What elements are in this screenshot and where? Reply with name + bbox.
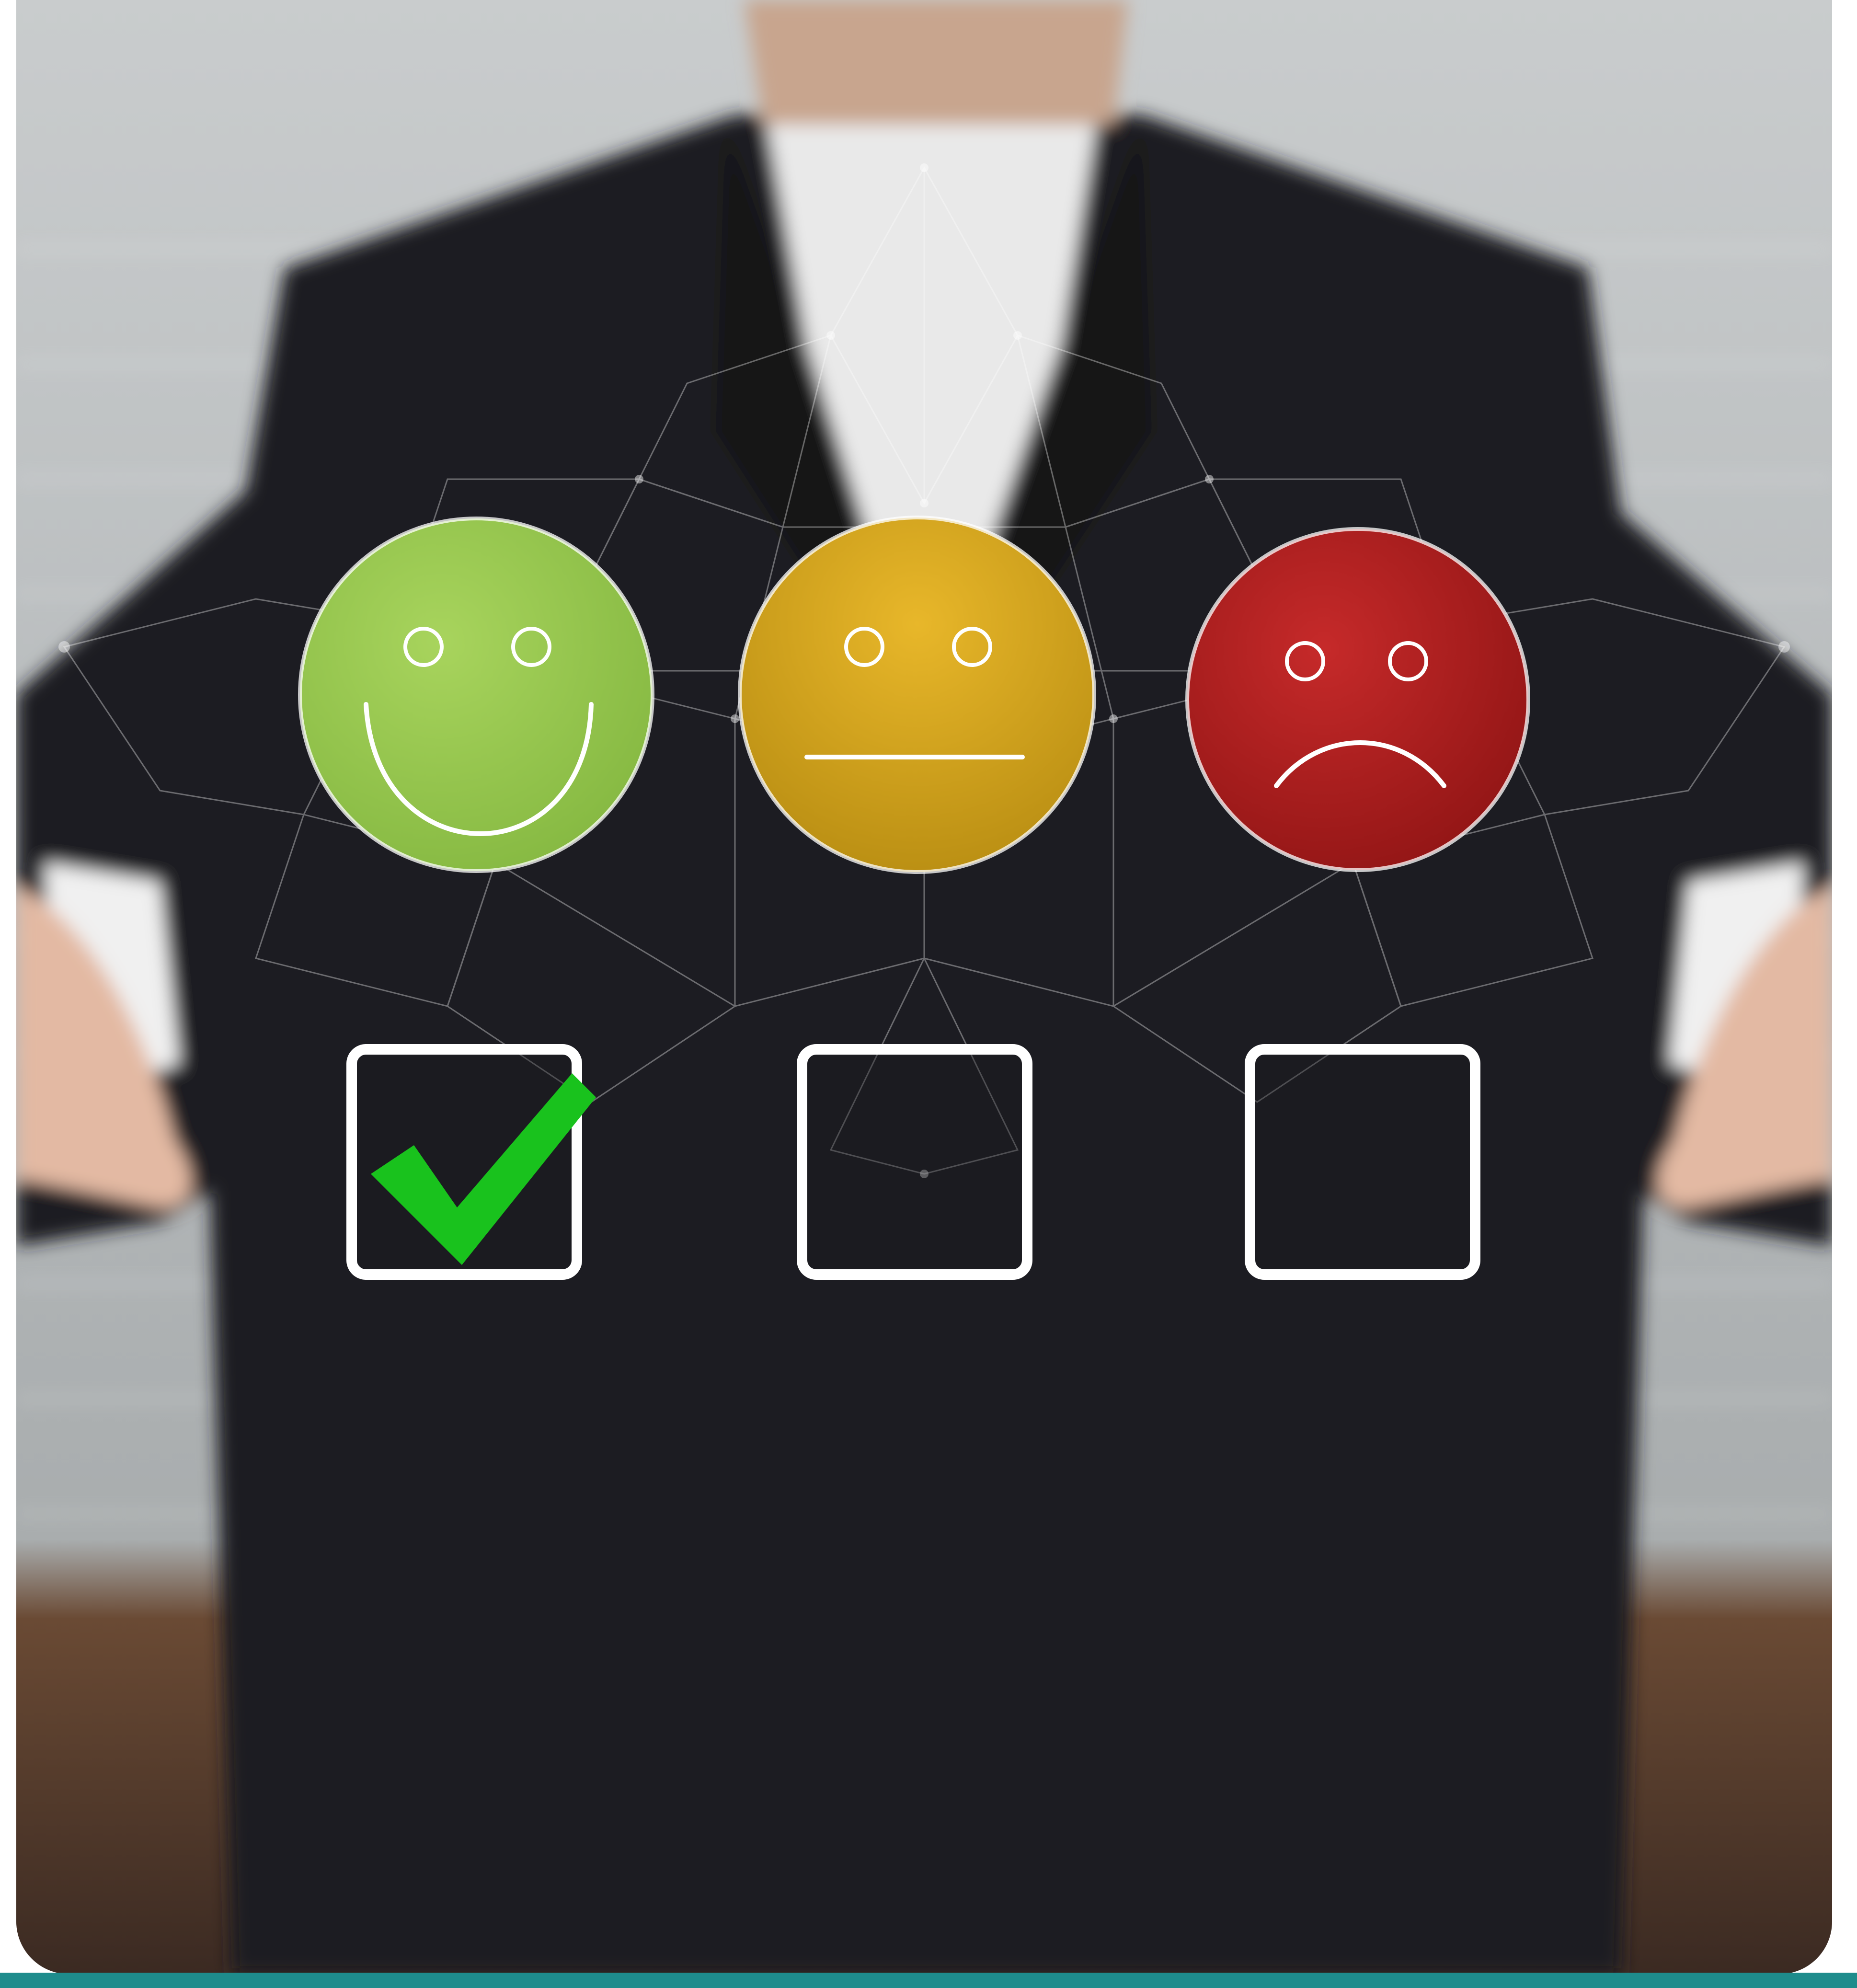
feedback-photo	[16, 0, 1832, 1974]
sad-face-icon[interactable]	[1185, 527, 1530, 872]
photo-frame	[16, 0, 1832, 1974]
checkbox-neutral[interactable]	[797, 1044, 1032, 1280]
checkbox-sad[interactable]	[1245, 1044, 1480, 1280]
neck	[745, 0, 1128, 125]
happy-face-icon[interactable]	[298, 517, 654, 873]
page	[0, 0, 1857, 1988]
accent-bar	[0, 1973, 1857, 1988]
neutral-face-icon[interactable]	[738, 516, 1096, 874]
